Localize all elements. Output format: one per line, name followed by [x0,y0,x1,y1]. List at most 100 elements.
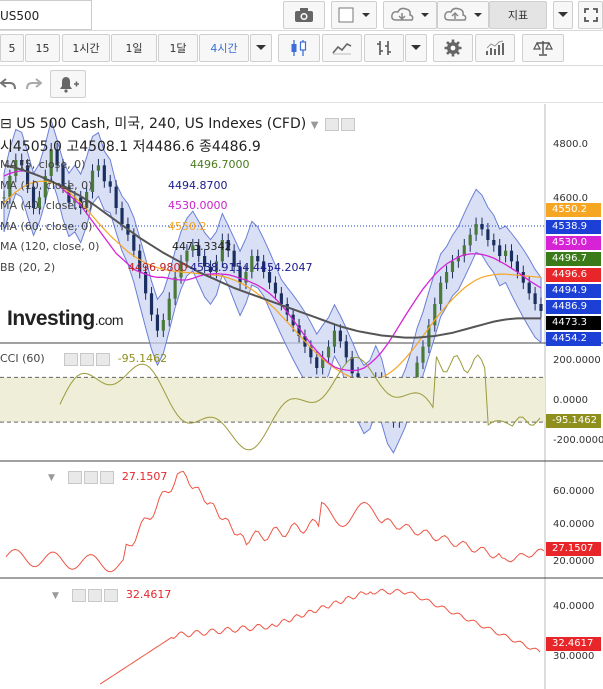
panel3-tick: 30.0000 [553,651,595,662]
square-icon [338,7,370,23]
panel2-line [5,470,545,573]
bell-plus-icon [60,77,79,93]
bar-chart-icon [486,40,504,55]
panel3-legend[interactable]: ▼ 32.4617 [52,588,171,602]
drawing-toolbar [0,66,603,103]
chevron-down-icon [256,45,266,50]
close-icon[interactable] [96,352,111,366]
panel3-dropdown-icon[interactable]: ▼ [52,591,59,601]
interval-15[interactable]: 15 [25,34,60,62]
candle-body [120,208,124,224]
price-value-tag: 4496.7 [546,252,601,266]
price-value-tag: 4473.3 [546,316,601,330]
line-chart-button[interactable] [322,34,362,62]
candle-body [444,272,449,283]
indicators-dropdown[interactable] [553,1,573,29]
candle-body [498,245,502,256]
candlestick-icon [291,40,307,56]
symbol-input[interactable]: US500 [0,0,92,30]
visibility-icon[interactable] [324,117,339,131]
panel2-tick: 20.0000 [553,556,595,567]
fullscreen-button[interactable] [578,1,603,29]
redo-icon [26,78,42,90]
price-tick-label: 4800.0 [553,139,588,150]
camera-button[interactable] [283,1,325,29]
candle-body [96,165,101,171]
price-value-tag: 4496.6 [546,268,601,282]
legend-ma5[interactable]: MA (5, close, 0) 4496.7000 [0,158,250,171]
interval-toolbar: 5 15 1시간 1일 1달 4시간 [0,31,603,66]
interval-5[interactable]: 5 [0,34,24,62]
candle-body [279,293,283,304]
redo-button[interactable] [22,70,46,98]
panel3-line [99,588,541,685]
candle-body [539,304,543,311]
visibility-icon[interactable] [72,588,87,602]
price-value-tag: 4494.9 [546,284,601,298]
panel2-dropdown-icon[interactable]: ▼ [48,473,55,483]
candle-body [167,298,171,320]
legend-ma10[interactable]: MA (10, close, 0) 4494.8700 [0,179,228,192]
legend-ma120[interactable]: MA (120, close, 0) 4473.3342 [0,240,232,253]
cci-legend[interactable]: CCI (60) -95.1462 [0,352,167,366]
chevron-down-icon [411,45,421,50]
panel3-tick: 40.0000 [553,601,595,612]
interval-dropdown[interactable] [250,34,272,62]
candle-body [480,224,484,230]
visibility-icon[interactable] [64,352,79,366]
candle-body [315,357,319,368]
candle-body [468,234,472,246]
legend-bb[interactable]: BB (20, 2) 4496.9800 4538.9154 4454.2047 [0,261,313,274]
gear-icon[interactable] [84,470,99,484]
price-value-tag: 4550.2 [546,203,601,217]
alert-button[interactable] [50,70,86,98]
cci-band-fill [0,377,545,423]
chart-title: ⊟ US 500 Cash, 미국, 240, US Indexes (CFD)… [0,113,355,133]
candle-body [509,250,514,262]
price-value-tag: 4530.0 [546,236,601,250]
visibility-icon[interactable] [68,470,83,484]
gear-icon[interactable] [88,588,103,602]
interval-1d[interactable]: 1일 [111,34,157,62]
candle-body [527,282,531,294]
chart-type-dropdown[interactable] [405,34,427,62]
panel2-value-tag: 27.1507 [546,542,601,556]
candle-body [332,330,337,347]
cloud-download-icon [391,7,429,21]
studies-button[interactable] [475,34,515,62]
candle-body [486,229,490,240]
candlestick-button[interactable] [278,34,320,62]
interval-1mo[interactable]: 1달 [158,34,198,62]
candle-body [149,293,154,315]
indicators-button[interactable]: 지표 [489,1,547,29]
panel2-legend[interactable]: ▼ 27.1507 [48,470,167,484]
compare-button[interactable] [522,34,564,62]
cloud-upload-icon [444,7,482,21]
candle-body [132,234,136,251]
collapse-icon[interactable]: ⊟ [0,116,16,132]
gear-icon[interactable] [340,117,355,131]
bar-type-button[interactable] [364,34,404,62]
candle-body [474,224,478,235]
ohlc-readout: 시4505.0 고4508.1 저4486.6 종4486.9 [0,139,261,155]
settings-button[interactable] [433,34,473,62]
candle-body [114,186,118,208]
title-dropdown-icon[interactable]: ▼ [311,120,319,131]
expand-icon [583,8,598,22]
panel2-tick: 40.0000 [553,519,595,530]
legend-ma60[interactable]: MA (60, close, 0) 4550.2 [0,220,207,233]
cci-value-tag: -95.1462 [546,414,601,428]
line-chart-icon [332,43,352,55]
candle-body [155,314,160,331]
close-icon[interactable] [100,470,115,484]
close-icon[interactable] [104,588,119,602]
cloud-upload-button[interactable] [437,1,489,29]
legend-ma40[interactable]: MA (40, close, 0) 4530.0000 [0,199,228,212]
gear-icon[interactable] [80,352,95,366]
interval-1h[interactable]: 1시간 [62,34,110,62]
chart-style-button[interactable] [331,1,377,29]
interval-4h[interactable]: 4시간 [199,34,249,62]
cci-tick: -200.0000 [553,435,603,446]
cloud-download-button[interactable] [383,1,437,29]
undo-button[interactable] [0,70,20,98]
